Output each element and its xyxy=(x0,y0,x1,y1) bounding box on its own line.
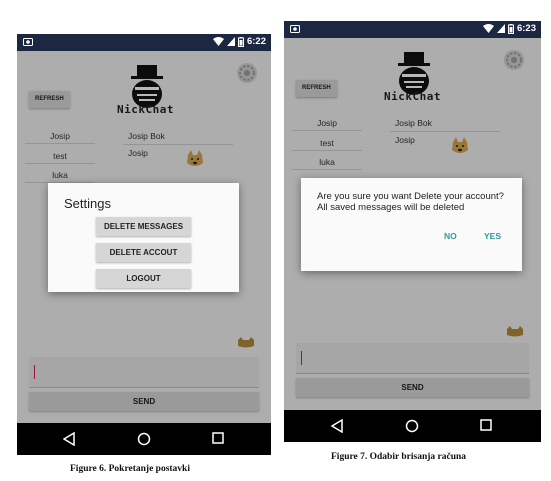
delete-account-button[interactable]: DELETE ACCOUT xyxy=(96,243,191,262)
phone-screen-settings: 6:22 REFRESH NickChat Josip test luka Jo… xyxy=(17,34,271,455)
recents-icon[interactable] xyxy=(480,419,492,431)
delete-account-dialog: Are you sure you want Delete your accoun… xyxy=(301,178,522,271)
battery-icon xyxy=(507,23,514,34)
wifi-icon xyxy=(482,24,494,33)
home-icon[interactable] xyxy=(405,419,419,433)
nav-bar xyxy=(284,410,541,442)
figure-caption: Figure 6. Pokretanje postavki xyxy=(70,464,190,474)
battery-icon xyxy=(237,36,244,47)
yes-button[interactable]: YES xyxy=(484,231,501,241)
back-icon[interactable] xyxy=(331,419,343,433)
nav-bar xyxy=(17,423,271,455)
back-icon[interactable] xyxy=(63,432,75,446)
status-bar: 6:23 xyxy=(284,21,541,38)
delete-messages-button[interactable]: DELETE MESSAGES xyxy=(96,217,191,236)
signal-icon xyxy=(226,37,235,46)
status-bar: 6:22 xyxy=(17,34,271,51)
home-icon[interactable] xyxy=(137,432,151,446)
dialog-message: Are you sure you want Delete your accoun… xyxy=(317,191,504,213)
phone-screen-delete-confirm: 6:23 REFRESH NickChat Josip test luka Jo… xyxy=(284,21,541,442)
signal-icon xyxy=(496,24,505,33)
dialog-title: Settings xyxy=(64,196,111,211)
wifi-icon xyxy=(212,37,224,46)
status-time: 6:23 xyxy=(516,23,536,34)
status-time: 6:22 xyxy=(246,36,266,47)
notification-icon xyxy=(23,38,33,46)
settings-dialog: Settings DELETE MESSAGES DELETE ACCOUT L… xyxy=(48,183,239,292)
logout-button[interactable]: LOGOUT xyxy=(96,269,191,288)
no-button[interactable]: NO xyxy=(444,231,457,241)
recents-icon[interactable] xyxy=(212,432,224,444)
notification-icon xyxy=(290,25,300,33)
figure-caption: Figure 7. Odabir brisanja računa xyxy=(331,452,467,462)
